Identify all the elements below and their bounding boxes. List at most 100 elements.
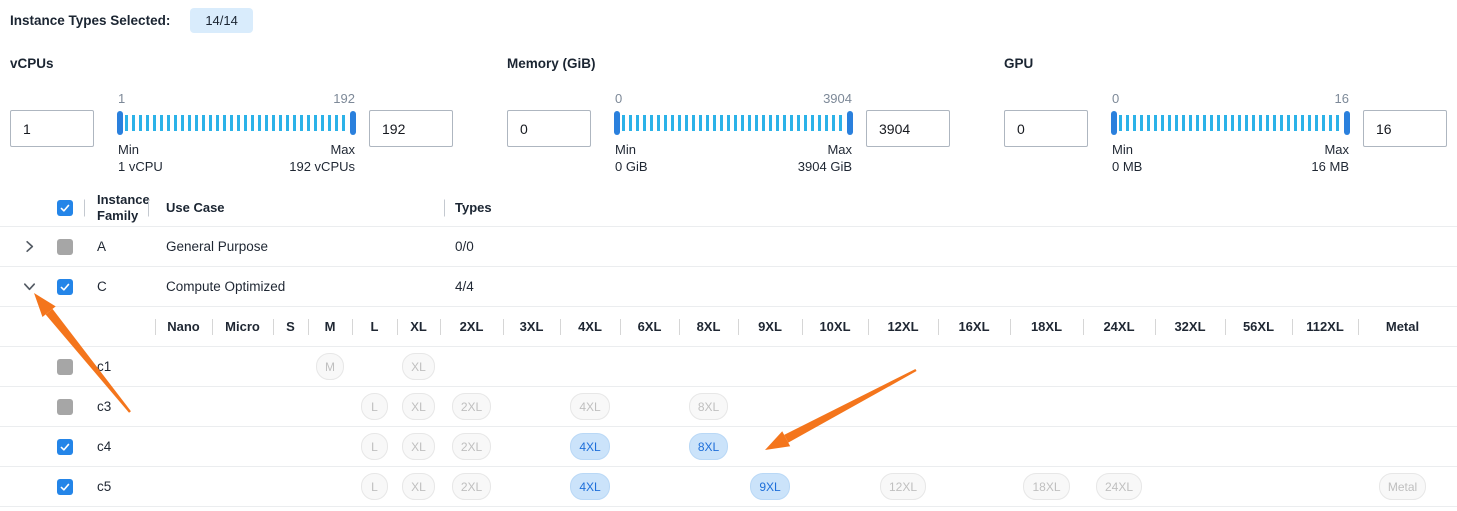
size-cell-c4-10XL xyxy=(802,427,868,466)
pill-c5-24XL[interactable]: 24XL xyxy=(1096,473,1142,500)
pill-c5-2XL[interactable]: 2XL xyxy=(452,473,491,500)
size-cell-c5-3XL xyxy=(503,467,560,506)
size-cell-c3-XL: XL xyxy=(397,387,440,426)
collapse-toggle-C[interactable] xyxy=(10,267,48,306)
pill-c5-9XL[interactable]: 9XL xyxy=(750,473,789,500)
slider-range-min-label: 0 xyxy=(1112,91,1119,106)
pill-c5-12XL[interactable]: 12XL xyxy=(880,473,926,500)
vcpus-slider-max-handle[interactable] xyxy=(350,111,356,135)
selection-summary: Instance Types Selected: 14/14 xyxy=(0,0,1457,34)
memory-slider-min-handle[interactable] xyxy=(614,111,620,135)
use-case-cell: Compute Optimized xyxy=(148,267,444,306)
size-cell-c4-8XL: 8XL xyxy=(679,427,738,466)
family-checkbox-C[interactable] xyxy=(57,279,73,295)
gpu-min-input[interactable] xyxy=(1004,110,1088,147)
size-cell-c5-10XL xyxy=(802,467,868,506)
family-column-spacer xyxy=(84,307,155,346)
gpu-slider-track[interactable] xyxy=(1112,111,1349,135)
size-column-label: Nano xyxy=(167,319,200,334)
pill-c3-XL[interactable]: XL xyxy=(402,393,435,420)
pill-c5-L[interactable]: L xyxy=(361,473,388,500)
instance-checkbox-c3[interactable] xyxy=(57,399,73,415)
vcpus-slider-min-handle[interactable] xyxy=(117,111,123,135)
use-case-text: Compute Optimized xyxy=(166,279,285,294)
vcpus-max-input[interactable] xyxy=(369,110,453,147)
size-cell-c3-24XL xyxy=(1083,387,1155,426)
slider-minmax-captions: Min1 vCPUMax192 vCPUs xyxy=(118,141,355,175)
pill-c4-8XL[interactable]: 8XL xyxy=(689,433,728,460)
gpu-slider-max-handle[interactable] xyxy=(1344,111,1350,135)
size-cell-c3-Micro xyxy=(212,387,273,426)
expand-column-spacer xyxy=(10,467,48,506)
size-cell-c4-L: L xyxy=(352,427,397,466)
vcpus-slider-track[interactable] xyxy=(118,111,355,135)
size-cell-c5-12XL: 12XL xyxy=(868,467,938,506)
size-column-label: 10XL xyxy=(819,319,850,334)
size-column-header-Micro: Micro xyxy=(212,307,273,346)
expand-toggle-A[interactable] xyxy=(10,227,48,266)
gpu-slider-min-handle[interactable] xyxy=(1111,111,1117,135)
resource-filters: vCPUs1192Min1 vCPUMax192 vCPUsMemory (Gi… xyxy=(0,56,1457,175)
instance-name-cell: c1 xyxy=(84,347,155,386)
pill-c4-2XL[interactable]: 2XL xyxy=(452,433,491,460)
memory-slider-track[interactable] xyxy=(615,111,852,135)
instance-checkbox-c4[interactable] xyxy=(57,439,73,455)
vcpus-min-input[interactable] xyxy=(10,110,94,147)
size-cell-c3-8XL: 8XL xyxy=(679,387,738,426)
min-caption-text: Min xyxy=(615,141,648,158)
size-cell-c3-32XL xyxy=(1155,387,1225,426)
size-cell-c3-18XL xyxy=(1010,387,1083,426)
instance-row-c1: c1 M XL xyxy=(0,347,1457,387)
select-all-checkbox[interactable] xyxy=(57,200,73,216)
size-cell-c4-112XL xyxy=(1292,427,1358,466)
memory-max-input[interactable] xyxy=(866,110,950,147)
instance-checkbox-c1[interactable] xyxy=(57,359,73,375)
size-column-header-M: M xyxy=(308,307,352,346)
size-column-label: 16XL xyxy=(958,319,989,334)
size-cell-c4-3XL xyxy=(503,427,560,466)
pill-c5-4XL[interactable]: 4XL xyxy=(570,473,609,500)
pill-c4-XL[interactable]: XL xyxy=(402,433,435,460)
pill-c4-L[interactable]: L xyxy=(361,433,388,460)
size-cell-c1-8XL xyxy=(679,347,738,386)
instance-name: c3 xyxy=(97,399,111,414)
size-cell-c5-9XL: 9XL xyxy=(738,467,802,506)
size-cell-c5-Metal: Metal xyxy=(1358,467,1447,506)
checkbox-column-spacer xyxy=(48,307,84,346)
size-column-header-Metal: Metal xyxy=(1358,307,1447,346)
family-checkbox-A[interactable] xyxy=(57,239,73,255)
pill-c3-4XL[interactable]: 4XL xyxy=(570,393,609,420)
memory-slider-max-handle[interactable] xyxy=(847,111,853,135)
size-column-label: 12XL xyxy=(887,319,918,334)
column-header-use-case: Use Case xyxy=(148,189,444,226)
types-count: 4/4 xyxy=(455,279,474,294)
gpu-max-input[interactable] xyxy=(1363,110,1447,147)
size-cell-c1-12XL xyxy=(868,347,938,386)
size-cell-c3-56XL xyxy=(1225,387,1292,426)
instance-name: c5 xyxy=(97,479,111,494)
memory-min-input[interactable] xyxy=(507,110,591,147)
family-checkbox-cell xyxy=(48,267,84,306)
size-column-label: S xyxy=(286,319,295,334)
expand-column-spacer xyxy=(10,307,48,346)
pill-c3-L[interactable]: L xyxy=(361,393,388,420)
pill-c1-XL[interactable]: XL xyxy=(402,353,435,380)
size-cell-c1-112XL xyxy=(1292,347,1358,386)
chevron-down-icon xyxy=(22,279,37,294)
size-cell-c1-M: M xyxy=(308,347,352,386)
size-column-label: XL xyxy=(410,319,427,334)
pill-c4-4XL[interactable]: 4XL xyxy=(570,433,609,460)
pill-c1-M[interactable]: M xyxy=(316,353,344,380)
instance-checkbox-c5[interactable] xyxy=(57,479,73,495)
size-column-header-56XL: 56XL xyxy=(1225,307,1292,346)
pill-c3-2XL[interactable]: 2XL xyxy=(452,393,491,420)
column-header-instance-family-label: Instance Family xyxy=(97,192,150,224)
pill-c5-18XL[interactable]: 18XL xyxy=(1023,473,1069,500)
filter-section-gpu: GPU016Min0 MBMax16 MB xyxy=(1004,56,1447,175)
family-checkbox-cell xyxy=(48,227,84,266)
size-cell-c1-16XL xyxy=(938,347,1010,386)
size-cell-c1-4XL xyxy=(560,347,620,386)
pill-c5-XL[interactable]: XL xyxy=(402,473,435,500)
pill-c5-Metal[interactable]: Metal xyxy=(1379,473,1426,500)
pill-c3-8XL[interactable]: 8XL xyxy=(689,393,728,420)
